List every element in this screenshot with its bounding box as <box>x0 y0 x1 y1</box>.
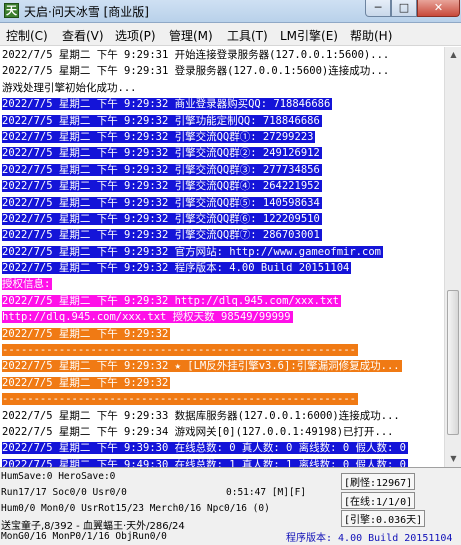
log-line: 2022/7/5 星期二 下午 9:29:32 商业登录器购买QQ: 71884… <box>2 96 442 112</box>
log-line-text: 2022/7/5 星期二 下午 9:29:31 开始连接登录服务器(127.0.… <box>2 49 390 61</box>
log-line-text: 2022/7/5 星期二 下午 9:29:32 ★ [LM反外挂引擎v3.6]:… <box>2 360 402 373</box>
status-panel: HumSave:0 HeroSave:0 Run17/17 Soc0/0 Usr… <box>0 467 461 545</box>
log-line-text: 2022/7/5 星期二 下午 9:29:32 引擎交流QQ群⑥: 122209… <box>2 212 322 225</box>
menu-options[interactable]: 选项(P) <box>115 27 156 44</box>
log-line: 2022/7/5 星期二 下午 9:29:32 <box>2 326 442 342</box>
log-line: 2022/7/5 星期二 下午 9:29:32 引擎交流QQ群②: 249126… <box>2 145 442 161</box>
log-line: 2022/7/5 星期二 下午 9:29:32 引擎交流QQ群⑦: 286703… <box>2 227 442 243</box>
menu-tools[interactable]: 工具(T) <box>227 27 268 44</box>
maximize-button[interactable]: □ <box>391 0 417 17</box>
log-line: ----------------------------------------… <box>2 342 442 358</box>
log-line-text: 2022/7/5 星期二 下午 9:29:32 <box>2 376 171 389</box>
refresh-monster-box: [刷怪:12967] <box>341 473 416 490</box>
status-runtime: 0:51:47 [M][F] <box>226 487 307 498</box>
log-line-text: ----------------------------------------… <box>2 393 359 406</box>
log-line-text: 2022/7/5 星期二 下午 9:29:31 登录服务器(127.0.0.1:… <box>2 65 390 78</box>
log-line: 2022/7/5 星期二 下午 9:29:32 http://dlq.945.c… <box>2 293 442 309</box>
log-line: 2022/7/5 星期二 下午 9:39:30 在线总数: 0 真人数: 0 离… <box>2 440 442 456</box>
title-bar: 天 天启·问天冰雪 [商业版] ─ □ ✕ <box>0 0 461 23</box>
status-boss-info: 送宝童子,8/392 - 血翼蝠王·天外/286/24 <box>1 521 185 532</box>
engine-days-box: [引擎:0.036天] <box>341 510 426 527</box>
log-line-text: 2022/7/5 星期二 下午 9:29:32 引擎交流QQ群⑦: 286703… <box>2 229 322 242</box>
log-line: 2022/7/5 星期二 下午 9:49:30 在线总数: 1 真人数: 1 离… <box>2 457 442 467</box>
online-count-box: [在线:1/1/0] <box>341 492 416 509</box>
log-line: 2022/7/5 星期二 下午 9:29:32 引擎交流QQ群④: 264221… <box>2 178 442 194</box>
log-scrollbar[interactable]: ▲ ▼ <box>444 47 461 467</box>
log-line-text: 2022/7/5 星期二 下午 9:39:30 在线总数: 0 真人数: 0 离… <box>2 442 408 455</box>
log-line: http://dlq.945.com/xxx.txt 授权天数 98549/99… <box>2 309 442 325</box>
log-line-text: 2022/7/5 星期二 下午 9:29:34 游戏网关[0](127.0.0.… <box>2 425 394 438</box>
log-line: 2022/7/5 星期二 下午 9:29:31 登录服务器(127.0.0.1:… <box>2 63 442 79</box>
log-line-text: 2022/7/5 星期二 下午 9:29:32 引擎交流QQ群⑤: 140598… <box>2 196 322 209</box>
log-line: 2022/7/5 星期二 下午 9:29:32 程序版本: 4.00 Build… <box>2 260 442 276</box>
log-line-text: 游戏处理引擎初始化成功... <box>2 81 137 94</box>
log-line: 2022/7/5 星期二 下午 9:29:32 引擎交流QQ群③: 277734… <box>2 162 442 178</box>
log-line: 2022/7/5 星期二 下午 9:29:32 <box>2 375 442 391</box>
scroll-thumb[interactable] <box>447 290 459 435</box>
status-run-counters: Run17/17 Soc0/0 Usr0/0 <box>1 487 127 498</box>
log-line-text: 2022/7/5 星期二 下午 9:29:33 数据库服务器(127.0.0.1… <box>2 409 400 422</box>
log-line-text: 2022/7/5 星期二 下午 9:29:32 <box>2 327 171 340</box>
menu-manage[interactable]: 管理(M) <box>169 27 213 44</box>
log-line: 2022/7/5 星期二 下午 9:29:32 官方网站: http://www… <box>2 244 442 260</box>
status-monster-counters: MonG0/16 MonP0/1/16 ObjRun0/0 <box>1 531 167 542</box>
log-line-text: ----------------------------------------… <box>2 344 359 357</box>
log-line-text: 2022/7/5 星期二 下午 9:29:32 引擎交流QQ群②: 249126… <box>2 147 322 160</box>
menu-bar: 控制(C) 查看(V) 选项(P) 管理(M) 工具(T) LM引擎(E) 帮助… <box>0 23 461 46</box>
log-panel[interactable]: 2022/7/5 星期二 下午 9:29:31 开始连接登录服务器(127.0.… <box>2 47 442 467</box>
log-line-text: 2022/7/5 星期二 下午 9:29:32 官方网站: http://www… <box>2 245 383 258</box>
log-line-text: 2022/7/5 星期二 下午 9:29:32 引擎交流QQ群③: 277734… <box>2 163 322 176</box>
close-button[interactable]: ✕ <box>417 0 460 17</box>
minimize-button[interactable]: ─ <box>365 0 391 17</box>
log-line: 2022/7/5 星期二 下午 9:29:32 引擎功能定制QQ: 718846… <box>2 113 442 129</box>
log-line: 2022/7/5 星期二 下午 9:29:32 引擎交流QQ群⑤: 140598… <box>2 195 442 211</box>
log-line: 游戏处理引擎初始化成功... <box>2 80 442 96</box>
menu-help[interactable]: 帮助(H) <box>350 27 392 44</box>
log-line: 2022/7/5 星期二 下午 9:29:31 开始连接登录服务器(127.0.… <box>2 47 442 63</box>
scroll-up-arrow-icon[interactable]: ▲ <box>446 47 461 63</box>
status-object-counters: Hum0/0 Mon0/0 UsrRot15/23 Merch0/16 Npc0… <box>1 503 270 514</box>
log-line-text: 2022/7/5 星期二 下午 9:29:32 引擎交流QQ群①: 272992… <box>2 130 316 143</box>
log-line-text: 2022/7/5 星期二 下午 9:29:32 引擎交流QQ群④: 264221… <box>2 180 322 193</box>
status-save-counters: HumSave:0 HeroSave:0 <box>1 471 116 482</box>
log-line: 授权信息: <box>2 276 442 292</box>
log-line: 2022/7/5 星期二 下午 9:29:32 引擎交流QQ群①: 272992… <box>2 129 442 145</box>
log-line-text: 2022/7/5 星期二 下午 9:29:32 程序版本: 4.00 Build… <box>2 262 352 275</box>
log-line: 2022/7/5 星期二 下午 9:29:33 数据库服务器(127.0.0.1… <box>2 408 442 424</box>
log-line-text: 2022/7/5 星期二 下午 9:49:30 在线总数: 1 真人数: 1 离… <box>2 458 408 467</box>
log-line: 2022/7/5 星期二 下午 9:29:34 游戏网关[0](127.0.0.… <box>2 424 442 440</box>
log-line-text: 2022/7/5 星期二 下午 9:29:32 商业登录器购买QQ: 71884… <box>2 98 333 111</box>
log-line: 2022/7/5 星期二 下午 9:29:32 引擎交流QQ群⑥: 122209… <box>2 211 442 227</box>
log-line-text: http://dlq.945.com/xxx.txt 授权天数 98549/99… <box>2 311 293 324</box>
app-icon[interactable]: 天 <box>4 3 19 18</box>
menu-lm-engine[interactable]: LM引擎(E) <box>280 27 338 44</box>
menu-control[interactable]: 控制(C) <box>6 27 48 44</box>
menu-view[interactable]: 查看(V) <box>62 27 104 44</box>
program-version: 程序版本: 4.00 Build 20151104 <box>286 533 453 544</box>
log-line: 2022/7/5 星期二 下午 9:29:32 ★ [LM反外挂引擎v3.6]:… <box>2 358 442 374</box>
log-line-text: 2022/7/5 星期二 下午 9:29:32 http://dlq.945.c… <box>2 294 341 307</box>
log-line: ----------------------------------------… <box>2 391 442 407</box>
scroll-down-arrow-icon[interactable]: ▼ <box>446 451 461 467</box>
log-line-text: 授权信息: <box>2 278 53 291</box>
window-title: 天启·问天冰雪 [商业版] <box>24 5 149 19</box>
log-line-text: 2022/7/5 星期二 下午 9:29:32 引擎功能定制QQ: 718846… <box>2 114 322 127</box>
